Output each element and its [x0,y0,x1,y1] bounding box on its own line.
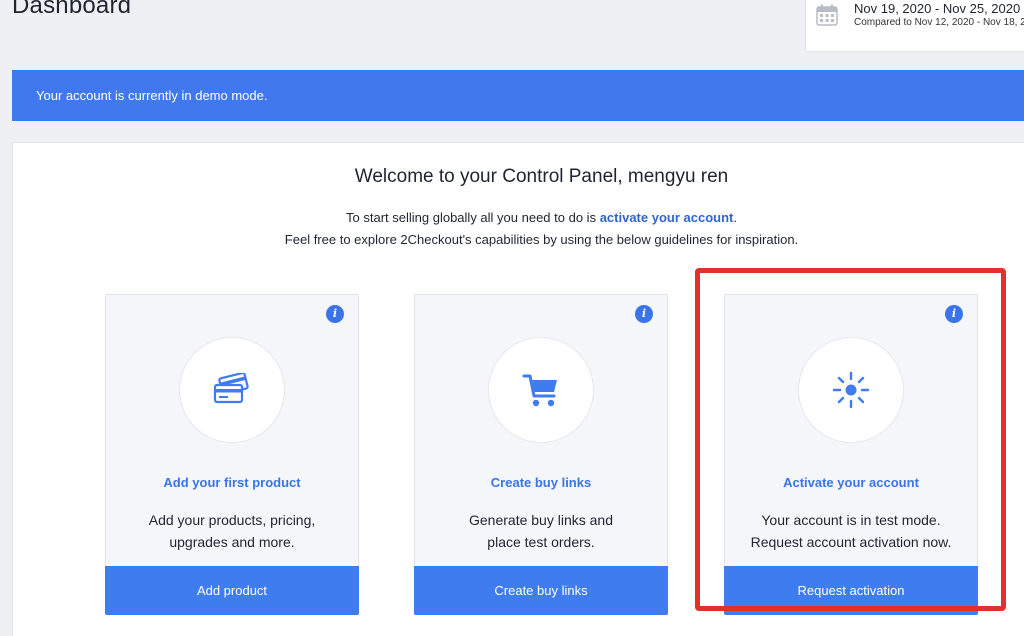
info-icon[interactable]: i [635,305,653,323]
date-range-text: Nov 19, 2020 - Nov 25, 2020 [854,1,1021,16]
card-description: Add your products, pricing, upgrades and… [106,509,358,553]
welcome-heading: Welcome to your Control Panel, mengyu re… [354,166,729,187]
card-title: Add your first product [163,475,301,490]
activation-sun-icon [832,371,870,409]
card-activate-account: i Activate your account Your account is … [724,294,978,615]
compare-range-text: Compared to Nov 12, 2020 - Nov 18, 2020 [854,17,1024,28]
date-range-picker[interactable]: Nov 19, 2020 - Nov 25, 2020 Compared to … [805,0,1024,52]
add-product-button[interactable]: Add product [105,566,359,615]
card-icon-circle [179,337,285,443]
calendar-icon [816,4,838,26]
page-title: Dashboard [12,0,132,19]
demo-mode-text: Your account is currently in demo mode. [36,88,268,103]
card-buy-links: i Create buy links Generate buy links an… [414,294,668,615]
card-description: Your account is in test mode. Request ac… [725,509,977,553]
credit-cards-icon [213,373,249,404]
card-icon-circle [488,337,594,443]
card-title: Create buy links [490,475,592,490]
intro-line-1: To start selling globally all you need t… [0,210,1024,225]
card-description: Generate buy links and place test orders… [415,509,667,553]
card-description-line: Request account activation now. [750,534,952,550]
card-title: Activate your account [783,475,919,490]
intro-line-2: Feel free to explore 2Checkout's capabil… [284,232,799,247]
card-icon-circle [798,337,904,443]
demo-mode-banner: Your account is currently in demo mode. [12,70,1024,121]
activate-account-link[interactable]: activate your account [600,210,734,225]
card-description-line: Your account is in test mode. [761,512,941,528]
card-description-line: Add your products, pricing, [148,512,316,528]
info-icon[interactable]: i [326,305,344,323]
card-description-line: upgrades and more. [169,534,295,550]
card-add-product: i Add your first product Add your produc… [105,294,359,615]
shopping-cart-icon [522,374,557,407]
request-activation-button[interactable]: Request activation [724,566,978,615]
card-description-line: Generate buy links and [469,512,613,528]
info-icon[interactable]: i [945,305,963,323]
create-buy-links-button[interactable]: Create buy links [414,566,668,615]
intro-line-1-suffix: . [733,210,737,225]
intro-line-1-prefix: To start selling globally all you need t… [346,210,600,225]
card-description-line: place test orders. [487,534,595,550]
